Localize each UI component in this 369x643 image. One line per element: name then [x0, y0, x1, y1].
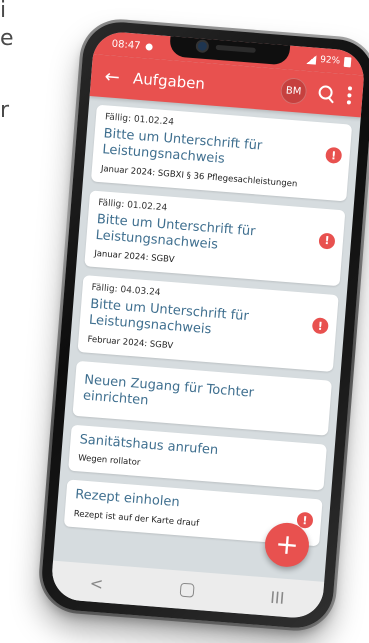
signal-icon [305, 54, 317, 65]
task-card[interactable]: Fällig: 01.02.24 Bitte um Unterschrift f… [84, 189, 346, 287]
phone-screen: 08:47 92% ← Aufgaben BM Fällig: 01.02.24… [50, 30, 366, 620]
status-time: 08:47 [111, 38, 141, 52]
avatar[interactable]: BM [279, 77, 308, 105]
battery-icon [343, 56, 352, 68]
task-card[interactable]: Fällig: 01.02.24 Bitte um Unterschrift f… [90, 104, 353, 201]
task-title: Neuen Zugang für Tochter einrichten [82, 371, 255, 409]
notification-dot-icon [145, 42, 153, 51]
page-title: Aufgaben [132, 69, 206, 93]
nav-recents-button[interactable]: III [270, 587, 286, 607]
task-card[interactable]: Sanitätshaus anrufen Wegen rollator [68, 424, 327, 491]
battery-percent: 92% [319, 54, 341, 67]
search-icon[interactable] [316, 83, 338, 105]
back-arrow-icon[interactable]: ← [100, 65, 124, 88]
front-camera [197, 41, 208, 52]
nav-back-button[interactable]: < [89, 573, 104, 593]
task-list: Fällig: 01.02.24 Bitte um Unterschrift f… [56, 96, 361, 547]
background-text-1: i [0, 0, 7, 23]
more-vert-icon[interactable] [346, 86, 353, 105]
nav-home-button[interactable] [179, 582, 195, 598]
phone-device: 08:47 92% ← Aufgaben BM Fällig: 01.02.24… [36, 16, 369, 634]
background-text-2: e [0, 26, 14, 51]
background-text-3: r [0, 98, 10, 123]
page: i e r 08:47 92% ← Aufgaben BM Fällig: 01… [0, 0, 369, 643]
earpiece [215, 44, 256, 53]
task-card[interactable]: Neuen Zugang für Tochter einrichten [72, 360, 333, 436]
task-card[interactable]: Fällig: 04.03.24 Bitte um Unterschrift f… [77, 275, 339, 372]
